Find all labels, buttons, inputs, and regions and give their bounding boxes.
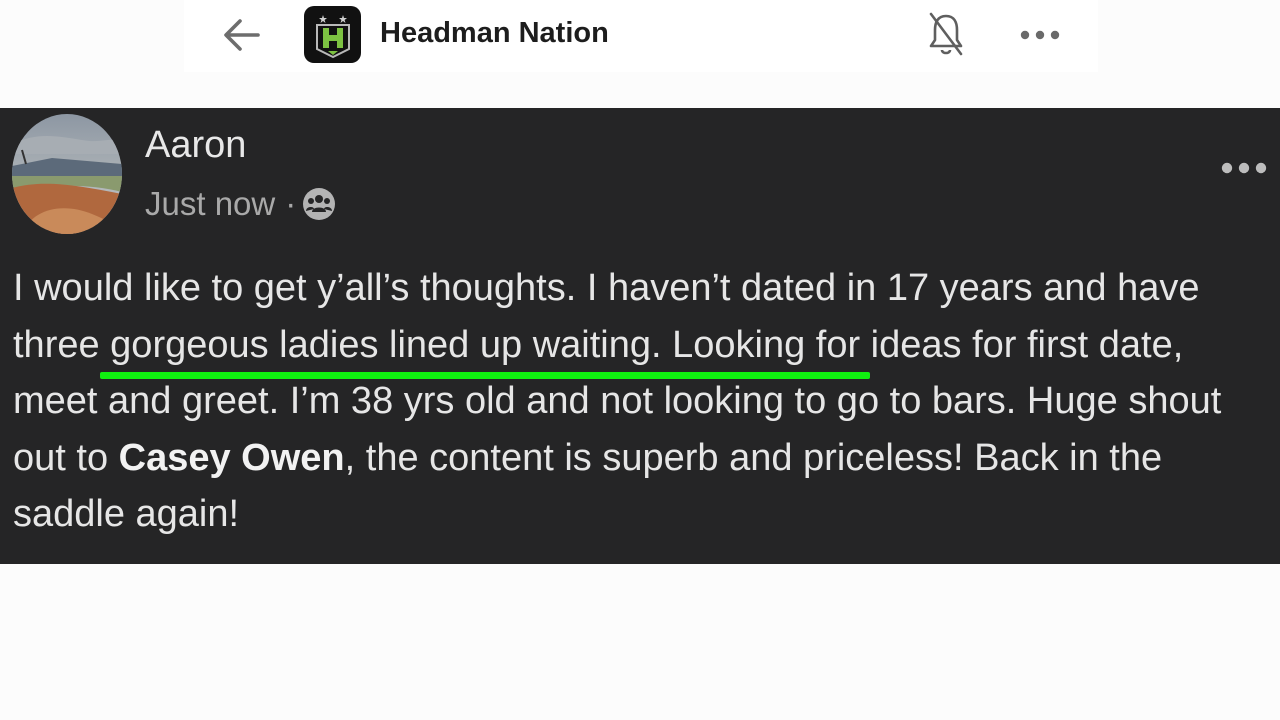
app-logo — [304, 6, 361, 63]
author-avatar[interactable] — [12, 114, 122, 234]
arrow-left-icon — [224, 19, 260, 51]
notifications-button[interactable] — [926, 10, 966, 58]
highlight-underline — [100, 372, 870, 379]
bell-off-icon — [929, 12, 963, 56]
more-horizontal-icon — [1221, 162, 1267, 174]
avatar-photo — [12, 114, 122, 234]
post-body: I would like to get y’all’s thoughts. I … — [13, 260, 1268, 543]
group-audience-icon — [303, 188, 336, 220]
post-timestamp[interactable]: Just now — [145, 185, 275, 223]
post-more-button[interactable] — [1218, 156, 1270, 180]
post-card: Aaron Just now · I would like to get y’a… — [0, 108, 1280, 564]
headman-nation-logo-icon — [315, 14, 350, 58]
group-title: Headman Nation — [380, 17, 609, 49]
mention-link[interactable]: Casey Owen — [119, 437, 345, 479]
author-name[interactable]: Aaron — [145, 122, 246, 168]
more-horizontal-icon — [1020, 30, 1060, 40]
back-button[interactable] — [222, 16, 260, 54]
header-more-button[interactable] — [1018, 20, 1062, 50]
meta-separator: · — [285, 185, 297, 222]
top-bar: Headman Nation — [184, 0, 1098, 72]
post-meta: Just now · — [145, 182, 336, 226]
